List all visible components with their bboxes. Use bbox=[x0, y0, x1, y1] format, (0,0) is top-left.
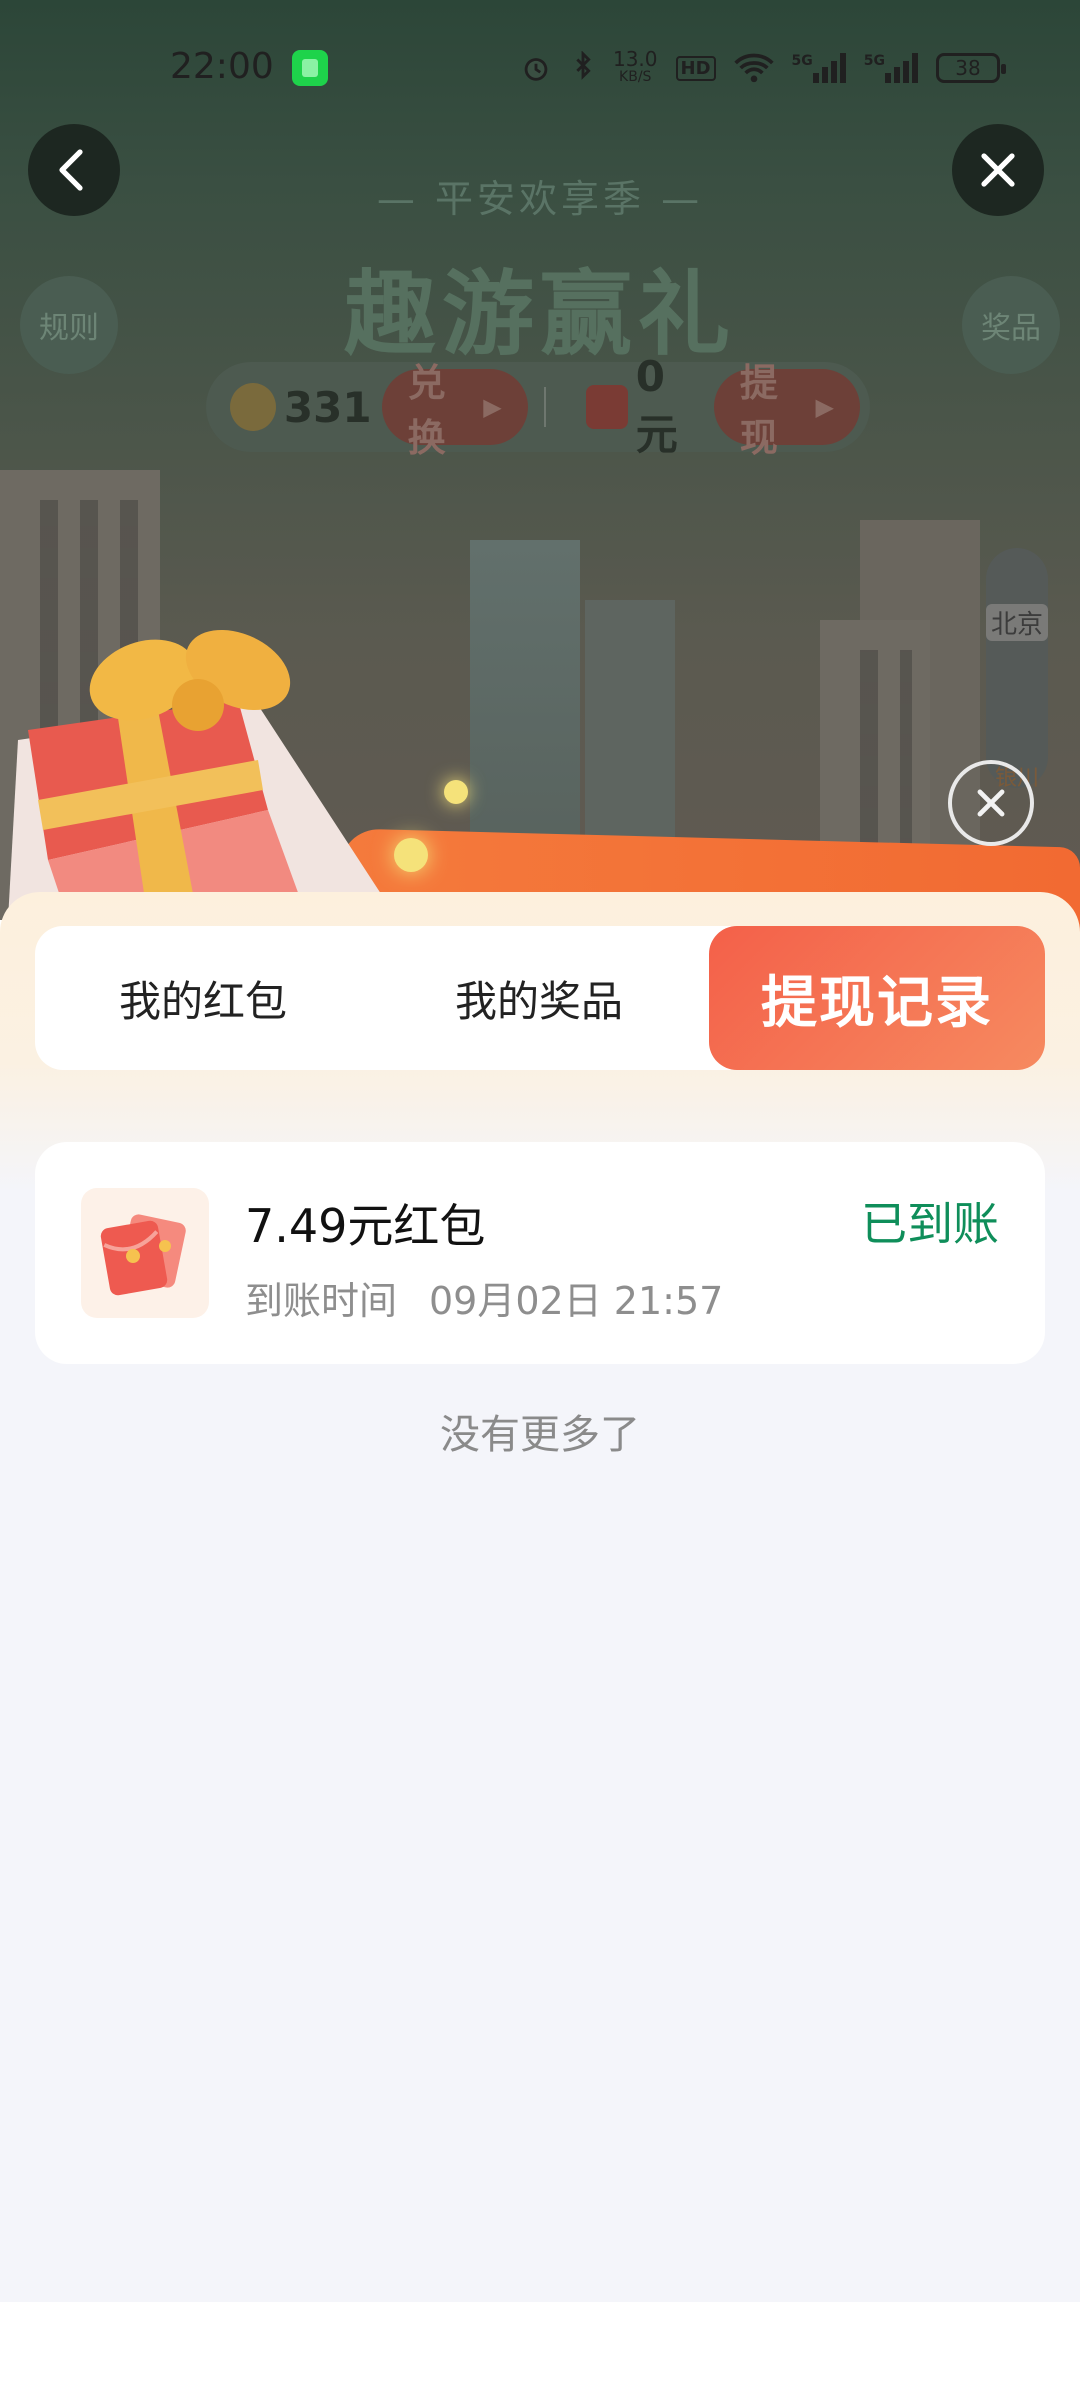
exchange-button[interactable]: 兑换 ▶ bbox=[381, 361, 528, 460]
city-label: 北京 bbox=[986, 604, 1048, 641]
divider bbox=[543, 387, 546, 427]
hd-badge: HD bbox=[675, 55, 716, 81]
net-type-2: 5G bbox=[863, 53, 885, 69]
asset-bar: 331 兑换 ▶ 0元 提现 ▶ bbox=[206, 352, 870, 460]
status-badge: 已到账 bbox=[861, 1197, 999, 1251]
close-icon bbox=[981, 153, 1015, 187]
wifi-icon bbox=[733, 53, 774, 83]
status-bar: 22:00 13.0 KB/S HD 5G 5G 38 bbox=[0, 0, 1080, 120]
back-button[interactable] bbox=[28, 124, 120, 216]
net-speed-unit: KB/S bbox=[619, 69, 652, 85]
battery-indicator: 38 bbox=[936, 53, 1006, 83]
withdraw-label: 提现 bbox=[739, 361, 778, 460]
chevron-right-icon: ▶ bbox=[815, 393, 834, 421]
signal-bars-2 bbox=[885, 53, 918, 83]
red-packet-graphic bbox=[100, 1214, 186, 1296]
close-icon bbox=[977, 789, 1005, 817]
bluetooth-icon bbox=[576, 51, 591, 80]
record-time-label: 到账时间 bbox=[245, 1279, 398, 1323]
prizes-button[interactable]: 奖品 bbox=[962, 276, 1060, 374]
list-item: 7.49元红包 到账时间 09月02日 21:57 已到账 bbox=[35, 1142, 1045, 1364]
back-arrow-icon bbox=[59, 149, 83, 191]
tab-my-red-packets[interactable]: 我的红包 bbox=[35, 926, 371, 1070]
alarm-icon bbox=[524, 58, 548, 81]
gift-box-illustration bbox=[8, 629, 398, 920]
coin-icon bbox=[230, 383, 276, 431]
chevron-right-icon: ▶ bbox=[483, 393, 502, 421]
banner-title: 趣游赢礼 bbox=[343, 261, 736, 368]
record-title: 7.49元红包 bbox=[245, 1199, 486, 1253]
exchange-label: 兑换 bbox=[407, 361, 446, 460]
tab-my-prizes[interactable]: 我的奖品 bbox=[371, 926, 707, 1070]
tab-bar: 我的红包 我的奖品 提现记录 bbox=[35, 926, 1045, 1070]
red-packet-icon bbox=[585, 385, 628, 429]
status-icons: 13.0 KB/S HD 5G 5G 38 bbox=[519, 47, 1006, 88]
signal-1: 5G bbox=[792, 53, 846, 83]
rules-button[interactable]: 规则 bbox=[20, 276, 118, 374]
red-packet-icon bbox=[81, 1188, 209, 1318]
signal-2: 5G bbox=[864, 53, 918, 83]
coin-count: 331 bbox=[283, 382, 372, 432]
close-popup-button[interactable] bbox=[948, 760, 1034, 846]
sparkle bbox=[444, 780, 468, 804]
records-sheet: 我的红包 我的奖品 提现记录 7.49元红包 到账时间 09月02日 21:57… bbox=[0, 892, 1080, 2302]
record-time: 09月02日 21:57 bbox=[429, 1279, 724, 1323]
signal-bars-1 bbox=[812, 53, 846, 83]
net-speed-value: 13.0 bbox=[612, 47, 658, 71]
cash-amount: 0元 bbox=[635, 352, 678, 459]
sparkle bbox=[394, 838, 428, 872]
app-notification-icon bbox=[292, 50, 328, 86]
close-page-button[interactable] bbox=[952, 124, 1044, 216]
net-type-1: 5G bbox=[791, 53, 813, 69]
city-marker: 北京 银川 bbox=[986, 548, 1048, 791]
net-speed: 13.0 KB/S bbox=[612, 47, 658, 86]
withdraw-button[interactable]: 提现 ▶ bbox=[713, 361, 860, 460]
tab-withdraw-records[interactable]: 提现记录 bbox=[709, 926, 1045, 1070]
banner-subtitle: — 平安欢享季 — bbox=[376, 177, 704, 221]
status-time: 22:00 bbox=[170, 46, 274, 87]
end-of-list-note: 没有更多了 bbox=[440, 1412, 640, 1458]
